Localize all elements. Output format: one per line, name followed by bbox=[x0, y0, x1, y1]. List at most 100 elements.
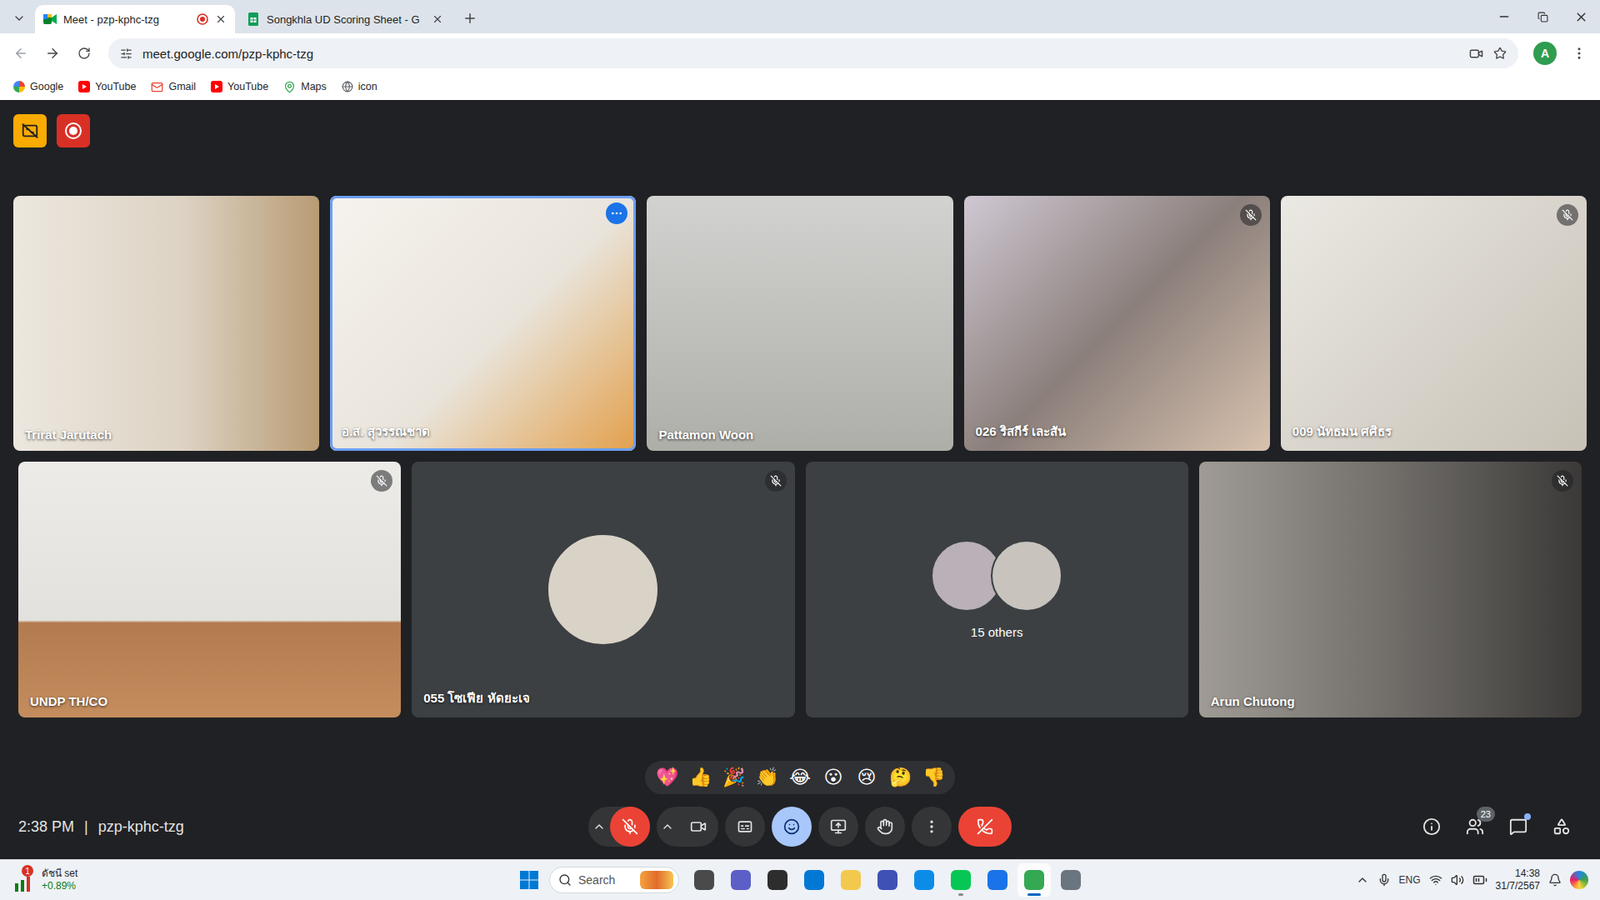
reaction-button[interactable]: 😢 bbox=[851, 763, 882, 792]
reaction-button[interactable]: 🎉 bbox=[718, 763, 749, 792]
bookmark[interactable]: Maps bbox=[276, 77, 334, 97]
bookmark[interactable]: Google bbox=[6, 77, 70, 96]
camera-button[interactable] bbox=[678, 806, 719, 847]
browser-menu-button[interactable] bbox=[1565, 39, 1594, 68]
captions-indicator[interactable] bbox=[13, 114, 47, 148]
network-icon[interactable] bbox=[1429, 873, 1443, 887]
participant-name: อ.ส. สุวรรณชาต bbox=[341, 421, 430, 442]
globe-icon bbox=[341, 80, 354, 93]
taskbar-app[interactable] bbox=[724, 863, 758, 897]
close-window-button[interactable] bbox=[1561, 0, 1600, 34]
minimize-button[interactable] bbox=[1485, 0, 1524, 34]
arrow-right-icon bbox=[45, 45, 60, 61]
mic-button[interactable] bbox=[610, 806, 650, 847]
hidden-icons-icon[interactable] bbox=[1355, 873, 1370, 887]
participant-tile[interactable]: 15 others bbox=[805, 461, 1189, 718]
start-button[interactable] bbox=[512, 863, 546, 897]
new-tab-button[interactable] bbox=[458, 6, 482, 30]
bookmark[interactable]: icon bbox=[335, 77, 385, 96]
leave-call-button[interactable] bbox=[958, 806, 1012, 847]
search-icon bbox=[558, 873, 572, 887]
taskbar-apps: Search bbox=[512, 863, 1088, 897]
control-bar: 2:38 PM|pzp-kphc-tzg23 bbox=[0, 802, 1600, 851]
taskbar-app[interactable] bbox=[687, 863, 721, 897]
participant-tile[interactable]: 026 ริสกีร์ เละสัน bbox=[964, 195, 1270, 451]
bookmark-star-icon[interactable] bbox=[1493, 46, 1507, 60]
participant-tile[interactable]: Arun Chutong bbox=[1199, 461, 1582, 718]
muted-badge bbox=[370, 470, 393, 492]
people-count: 23 bbox=[1476, 806, 1495, 822]
close-tab-icon[interactable] bbox=[215, 13, 227, 25]
tile-more-button[interactable] bbox=[605, 202, 628, 225]
avatar-group bbox=[930, 540, 1063, 612]
captions-icon bbox=[736, 818, 754, 835]
meeting-details-button[interactable] bbox=[1411, 806, 1452, 847]
reaction-button[interactable]: 👎 bbox=[918, 763, 949, 792]
taskbar-search[interactable]: Search bbox=[549, 866, 680, 894]
close-tab-icon[interactable] bbox=[431, 13, 444, 25]
present-button[interactable] bbox=[818, 806, 859, 847]
participant-tile[interactable]: 055 โซเฟีย หัดยะเจ bbox=[411, 461, 795, 718]
app-icon bbox=[694, 870, 715, 890]
reaction-button[interactable]: 👏 bbox=[751, 763, 782, 792]
camera-group bbox=[656, 806, 719, 847]
audio-options-button[interactable] bbox=[588, 820, 610, 834]
bookmark[interactable]: YouTube bbox=[204, 77, 275, 96]
stock-widget[interactable]: 1ดัชนี set+0.89% bbox=[11, 867, 513, 893]
taskbar-app[interactable] bbox=[870, 863, 905, 897]
participant-tile[interactable]: Trirat Jarutach bbox=[13, 195, 320, 451]
window-controls bbox=[1485, 0, 1600, 34]
reload-button[interactable] bbox=[70, 39, 99, 68]
address-bar[interactable]: meet.google.com/pzp-kphc-tzg bbox=[108, 38, 1519, 69]
participant-tile[interactable]: UNDP TH/CO bbox=[18, 461, 401, 718]
browser-tab[interactable]: Meet - pzp-kphc-tzg bbox=[35, 5, 235, 34]
bookmark-label: YouTube bbox=[227, 80, 269, 93]
taskbar-app[interactable] bbox=[1054, 863, 1088, 897]
volume-icon[interactable] bbox=[1450, 873, 1465, 887]
taskbar-app[interactable] bbox=[944, 863, 978, 897]
forward-button[interactable] bbox=[38, 39, 67, 68]
more-options-button[interactable] bbox=[911, 806, 952, 847]
microphone-icon[interactable] bbox=[1377, 873, 1391, 887]
back-button[interactable] bbox=[6, 39, 35, 68]
youtube-icon bbox=[210, 80, 223, 93]
meet-stage: Trirat Jarutach อ.ส. สุวรรณชาต Pattamon Wo… bbox=[0, 100, 1600, 860]
bookmark[interactable]: YouTube bbox=[71, 77, 143, 96]
tab-search-button[interactable] bbox=[6, 5, 32, 31]
participant-tile[interactable]: Pattamon Woon bbox=[646, 195, 953, 451]
reaction-button[interactable]: 👍 bbox=[685, 763, 715, 792]
video-options-button[interactable] bbox=[656, 820, 679, 834]
taskbar-app[interactable] bbox=[797, 863, 831, 897]
people-button[interactable]: 23 bbox=[1455, 806, 1495, 847]
browser-tab[interactable]: Songkhla UD Scoring Sheet - G bbox=[238, 5, 452, 34]
taskbar-app[interactable] bbox=[907, 863, 941, 897]
youtube-icon bbox=[78, 80, 90, 93]
participant-tile[interactable]: 009 นัทธมน ศศิธร bbox=[1280, 195, 1587, 451]
reaction-button[interactable]: 💖 bbox=[651, 763, 682, 792]
restore-button[interactable] bbox=[1523, 0, 1562, 34]
profile-avatar[interactable]: A bbox=[1533, 41, 1557, 65]
activities-button[interactable] bbox=[1541, 806, 1582, 847]
raise-hand-button[interactable] bbox=[865, 806, 905, 847]
camera-in-use-icon[interactable] bbox=[1469, 46, 1484, 61]
battery-icon[interactable] bbox=[1472, 872, 1488, 888]
present-icon bbox=[830, 818, 847, 835]
reaction-button[interactable]: 🤔 bbox=[885, 763, 915, 792]
reaction-button[interactable]: 😂 bbox=[785, 763, 815, 792]
site-info-icon[interactable] bbox=[120, 47, 133, 60]
clock[interactable]: 14:3831/7/2567 bbox=[1495, 867, 1540, 893]
notifications-icon[interactable] bbox=[1548, 873, 1562, 887]
captions-button[interactable] bbox=[725, 806, 765, 847]
copilot-icon[interactable] bbox=[1570, 870, 1589, 890]
chat-button[interactable] bbox=[1498, 806, 1539, 847]
taskbar-app[interactable] bbox=[834, 863, 868, 897]
reaction-button[interactable]: 😮 bbox=[818, 763, 849, 792]
taskbar-app[interactable] bbox=[1017, 863, 1051, 897]
bookmark[interactable]: Gmail bbox=[144, 77, 203, 97]
taskbar-app[interactable] bbox=[760, 863, 795, 897]
recording-indicator[interactable] bbox=[56, 114, 90, 148]
participant-tile[interactable]: อ.ส. สุวรรณชาต bbox=[330, 195, 636, 451]
reactions-button[interactable] bbox=[771, 806, 812, 847]
more-icon bbox=[610, 206, 624, 220]
taskbar-app[interactable] bbox=[980, 863, 1015, 897]
